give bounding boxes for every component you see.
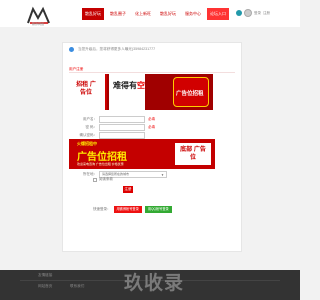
ad2-main-text: 广告位招租 xyxy=(77,152,127,163)
ad2-right-text: 底部 广告位 xyxy=(180,147,206,161)
chevron-down-icon: ▼ xyxy=(161,173,164,177)
banner-ad-top[interactable]: 招租 广告位 难得有空 广告位招租 xyxy=(69,74,213,110)
form-row-password: 密 码： 必填 xyxy=(63,124,243,131)
avatar[interactable] xyxy=(244,9,252,17)
ad2-right-block: 底部 广告位 xyxy=(173,141,213,167)
footer-contact-link[interactable]: 联系我们 xyxy=(70,284,84,289)
nav-item-service[interactable]: 服务中心 xyxy=(182,8,204,20)
location-select-value: 请选择您所在的城市 xyxy=(102,172,130,176)
agree-text[interactable]: 阅读条款 xyxy=(99,177,113,182)
ad2-foot-text: 欢迎来电咨询 广告位出租 价格优惠 xyxy=(77,162,124,166)
password-hint: 必填 xyxy=(148,125,155,129)
register-panel: 当您升级后，您将获得更多人曝光(35984231777 用户注册 招租 广告位 … xyxy=(62,42,242,252)
banner-ad-middle[interactable]: 火爆招租中 广告位招租 欢迎来电咨询 广告位出租 价格优惠 底部 广告位 xyxy=(69,139,215,169)
ad-bag: 广告位招租 xyxy=(173,77,209,107)
info-icon xyxy=(69,47,74,52)
ad-bag-text: 广告位招租 xyxy=(176,91,204,97)
logo-text: 飘渺网络 xyxy=(32,22,45,26)
username-hint: 必填 xyxy=(148,117,155,121)
weibo-login-button[interactable]: 用微博帐号登录 xyxy=(113,206,142,213)
ad-slogan-prefix: 难得有 xyxy=(113,81,137,90)
agree-row: 阅读条款 xyxy=(93,177,113,182)
user-area: 登录 注册 xyxy=(236,9,272,17)
register-link[interactable]: 注册 xyxy=(263,11,270,16)
nav-item-home[interactable]: 散乱好玩 xyxy=(82,8,104,20)
ad-left-block: 招租 广告位 xyxy=(69,74,107,110)
ad-slogan-em: 空 xyxy=(137,81,145,90)
username-label: 用户名： xyxy=(83,117,97,121)
ad-slogan: 难得有空 xyxy=(113,80,145,91)
notice-text: 当您升级后，您将获得更多人曝光(35984231777 xyxy=(78,47,156,51)
agree-checkbox[interactable] xyxy=(93,177,97,182)
section-divider xyxy=(69,72,235,73)
nav-item-forum[interactable]: 论坛入口 xyxy=(207,8,229,20)
form-row-confirm: 确认密码： xyxy=(63,132,243,139)
nav-item-new[interactable]: 化上新旺 xyxy=(132,8,154,20)
quick-login-row: 快速登录： 用微博帐号登录 用QQ帐号登录 xyxy=(93,206,175,213)
nav-item-fun[interactable]: 散乱好玩 xyxy=(157,8,179,20)
password-input[interactable] xyxy=(99,124,145,131)
confirm-label: 确认密码： xyxy=(79,133,98,137)
form-row-location: 所在地： 请选择您所在的城市 ▼ xyxy=(63,171,243,178)
main-nav: 散乱好玩 散乱圈子 化上新旺 散乱好玩 服务中心 论坛入口 xyxy=(82,8,232,20)
footer-home-link[interactable]: 网站首页 xyxy=(38,284,52,289)
quick-login-label: 快速登录： xyxy=(93,207,111,211)
notice-bar: 当您升级后，您将获得更多人曝光(35984231777 xyxy=(69,47,155,52)
password-label: 密 码： xyxy=(85,125,97,129)
confirm-password-input[interactable] xyxy=(99,132,145,139)
search-icon[interactable] xyxy=(236,10,242,16)
top-bar: 飘渺网络 散乱好玩 散乱圈子 化上新旺 散乱好玩 服务中心 论坛入口 登录 注册 xyxy=(0,0,300,27)
qq-login-button[interactable]: 用QQ帐号登录 xyxy=(144,206,172,213)
submit-button[interactable]: 注册 xyxy=(123,186,133,193)
nav-item-circle[interactable]: 散乱圈子 xyxy=(107,8,129,20)
username-input[interactable] xyxy=(99,116,145,123)
ad-left-text: 招租 广告位 xyxy=(76,82,96,96)
login-link[interactable]: 登录 xyxy=(254,11,261,16)
ad2-tag: 火爆招租中 xyxy=(77,141,97,146)
footer-friend-links: 友情链接 xyxy=(38,273,53,277)
form-row-username: 用户名： 必填 xyxy=(63,116,243,123)
watermark-text: 玖收录 xyxy=(124,273,185,294)
